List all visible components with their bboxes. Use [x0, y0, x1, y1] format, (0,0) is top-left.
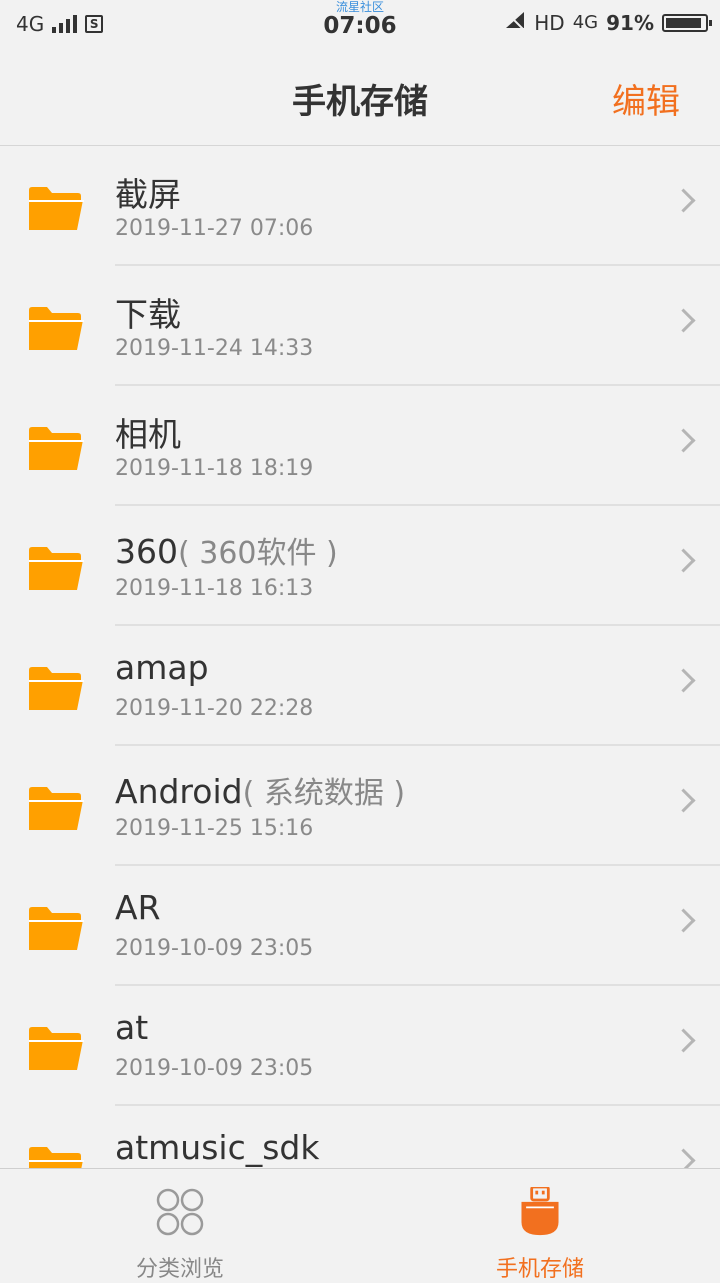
mute-icon	[504, 10, 526, 35]
folder-icon	[29, 427, 84, 470]
file-name: atmusic_sdk	[115, 1128, 319, 1167]
file-date: 2019-11-25 15:16	[115, 816, 314, 841]
file-date: 2019-11-27 07:06	[115, 216, 314, 241]
file-name-text: 下载	[115, 295, 181, 334]
tab-category-browse[interactable]: 分类浏览	[0, 1169, 360, 1282]
file-name: AR	[115, 888, 161, 927]
chevron-right-icon	[671, 1148, 696, 1168]
usb-storage-icon	[521, 1187, 559, 1236]
chevron-right-icon	[671, 308, 696, 333]
list-item[interactable]: 360( 360软件 ) 2019-11-18 16:13	[0, 506, 720, 626]
category-grid-icon	[156, 1188, 204, 1236]
file-name-text: at	[115, 1008, 149, 1047]
list-item[interactable]: atmusic_sdk	[0, 1106, 720, 1168]
status-right: HD 4G 91%	[504, 10, 712, 35]
file-name: at	[115, 1008, 148, 1047]
chevron-right-icon	[671, 188, 696, 213]
folder-icon	[29, 667, 84, 710]
folder-icon	[29, 547, 84, 590]
status-bar: 4G S 流星社区 07:06 HD 4G 91%	[0, 0, 720, 50]
folder-icon	[29, 907, 84, 950]
file-name: 相机	[115, 408, 181, 456]
tab-label: 手机存储	[495, 1257, 584, 1282]
file-name-text: AR	[115, 888, 161, 927]
file-list[interactable]: 截屏 2019-11-27 07:06 下载 2019-11-24 14:33 …	[0, 146, 720, 1168]
folder-icon	[29, 187, 84, 230]
file-date: 2019-10-09 23:05	[115, 936, 314, 961]
tab-phone-storage[interactable]: 手机存储	[360, 1169, 720, 1282]
chevron-right-icon	[671, 548, 696, 573]
folder-icon	[29, 1027, 84, 1070]
list-item[interactable]: 相机 2019-11-18 18:19	[0, 386, 720, 506]
bottom-nav: 分类浏览 手机存储	[0, 1168, 720, 1282]
file-name: 360( 360软件 )	[115, 528, 338, 572]
file-note: ( 系统数据 )	[242, 776, 406, 811]
folder-icon	[29, 307, 84, 350]
file-name: Android( 系统数据 )	[115, 768, 405, 812]
file-name: 下载	[115, 288, 181, 336]
file-date: 2019-11-24 14:33	[115, 336, 314, 361]
file-name-text: atmusic_sdk	[115, 1128, 320, 1167]
list-item[interactable]: 截屏 2019-11-27 07:06	[0, 146, 720, 266]
battery-icon	[662, 13, 712, 32]
chevron-right-icon	[671, 428, 696, 453]
file-date: 2019-11-18 18:19	[115, 456, 314, 481]
file-name-text: 360	[115, 532, 178, 571]
file-date: 2019-10-09 23:05	[115, 1056, 314, 1081]
network2-label: 4G	[572, 12, 599, 33]
list-item[interactable]: 下载 2019-11-24 14:33	[0, 266, 720, 386]
file-name-text: Android	[115, 772, 243, 811]
list-item[interactable]: Android( 系统数据 ) 2019-11-25 15:16	[0, 746, 720, 866]
battery-percent: 91%	[606, 10, 654, 35]
file-name: amap	[115, 648, 209, 687]
hd-label: HD	[534, 10, 565, 35]
file-name-text: 截屏	[115, 175, 181, 214]
edit-button[interactable]: 编辑	[612, 74, 680, 123]
file-name-text: 相机	[115, 415, 181, 454]
file-name-text: amap	[115, 648, 209, 687]
header: 手机存储 编辑	[0, 50, 720, 146]
chevron-right-icon	[671, 668, 696, 693]
tab-label: 分类浏览	[135, 1257, 224, 1282]
file-date: 2019-11-20 22:28	[115, 696, 314, 721]
file-name: 截屏	[115, 168, 181, 216]
chevron-right-icon	[671, 908, 696, 933]
list-item[interactable]: amap 2019-11-20 22:28	[0, 626, 720, 746]
file-date: 2019-11-18 16:13	[115, 576, 314, 601]
file-note: ( 360软件 )	[178, 536, 338, 571]
chevron-right-icon	[671, 788, 696, 813]
list-item[interactable]: at 2019-10-09 23:05	[0, 986, 720, 1106]
folder-icon	[29, 787, 84, 830]
folder-icon	[29, 1147, 84, 1168]
chevron-right-icon	[671, 1028, 696, 1053]
list-item[interactable]: AR 2019-10-09 23:05	[0, 866, 720, 986]
